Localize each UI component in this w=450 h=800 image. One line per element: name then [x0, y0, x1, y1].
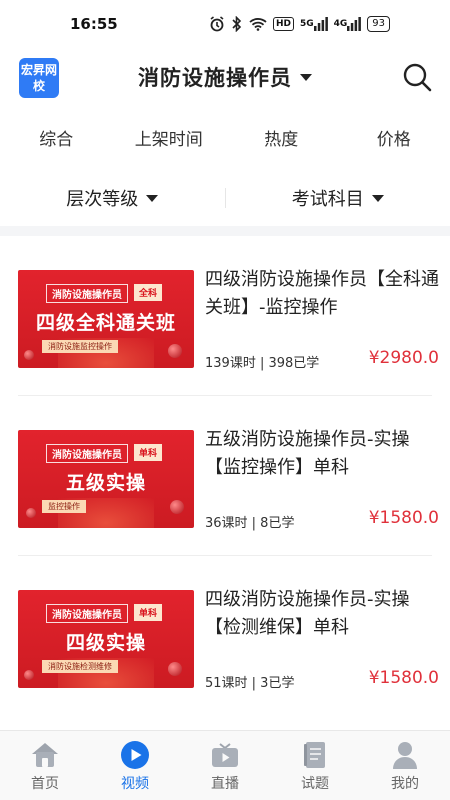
subject-filter[interactable]: 考试科目 — [226, 185, 450, 211]
level-filter[interactable]: 层次等级 — [0, 185, 225, 211]
level-filter-label: 层次等级 — [66, 189, 139, 210]
category-selector[interactable]: 消防设施操作员 — [138, 62, 312, 92]
page-title-wrapper: 消防设施操作员 — [0, 62, 450, 92]
thumbnail-subtitle: 监控操作 — [42, 500, 86, 513]
thumbnail-tag: 单科 — [134, 444, 163, 461]
thumbnail-tag: 单科 — [134, 604, 163, 621]
course-meta: 36课时 | 8已学 — [205, 516, 295, 531]
nav-label-home: 首页 — [31, 776, 59, 792]
page-title: 消防设施操作员 — [138, 66, 292, 90]
wifi-icon — [249, 17, 267, 31]
course-price: ¥2980.0 — [368, 348, 439, 368]
nav-label-live: 直播 — [211, 776, 239, 792]
status-bar: 16:55 HD 5G 4G 93 — [0, 0, 450, 48]
play-icon — [121, 741, 149, 769]
alarm-icon — [209, 16, 225, 32]
nav-label-video: 视频 — [121, 776, 149, 792]
thumbnail-series: 消防设施操作员 — [46, 284, 128, 303]
course-item[interactable]: 消防设施操作员 单科 五级实操 监控操作 五级消防设施操作员-实操【监控操作】单… — [0, 396, 450, 556]
user-icon — [393, 742, 417, 769]
thumbnail-heading: 五级实操 — [65, 472, 146, 494]
status-time: 16:55 — [70, 15, 118, 33]
course-thumbnail: 消防设施操作员 单科 五级实操 监控操作 — [18, 430, 194, 528]
course-title: 五级消防设施操作员-实操【监控操作】单科 — [205, 429, 410, 478]
thumbnail-series: 消防设施操作员 — [46, 444, 128, 463]
nav-label-profile: 我的 — [391, 776, 419, 792]
subject-filter-label: 考试科目 — [291, 189, 364, 210]
course-title: 四级消防设施操作员【全科通关班】-监控操作 — [205, 269, 439, 318]
nav-item-live[interactable]: 直播 — [180, 731, 270, 800]
course-item[interactable]: 消防设施操作员 单科 四级实操 消防设施检测维修 四级消防设施操作员-实操【检测… — [0, 556, 450, 716]
app-header: 宏昇网校 消防设施操作员 — [0, 50, 450, 106]
sort-tab-popularity[interactable]: 热度 — [225, 120, 338, 160]
section-divider — [0, 226, 450, 236]
nav-item-profile[interactable]: 我的 — [360, 731, 450, 800]
sort-tab-newest[interactable]: 上架时间 — [113, 120, 226, 160]
nav-item-home[interactable]: 首页 — [0, 731, 90, 800]
course-item[interactable]: 消防设施操作员 全科 四级全科通关班 消防设施监控操作 四级消防设施操作员【全科… — [0, 236, 450, 396]
battery-indicator: 93 — [367, 16, 390, 32]
nav-label-questions: 试题 — [301, 776, 329, 792]
thumbnail-tag: 全科 — [134, 284, 163, 301]
decor-orb — [24, 670, 34, 680]
thumbnail-subtitle: 消防设施监控操作 — [42, 340, 118, 353]
home-icon — [32, 743, 58, 767]
search-icon — [403, 63, 432, 92]
decor-orb — [26, 508, 36, 518]
filter-bar: 层次等级 考试科目 — [0, 176, 450, 220]
status-icons: HD 5G 4G 93 — [209, 16, 390, 32]
tv-icon — [212, 743, 238, 767]
thumbnail-heading: 四级实操 — [65, 632, 146, 654]
course-title: 四级消防设施操作员-实操【检测维保】单科 — [205, 589, 410, 638]
course-price: ¥1580.0 — [368, 668, 439, 688]
sort-tab-price[interactable]: 价格 — [338, 120, 450, 160]
decor-orb — [168, 344, 182, 358]
thumbnail-series: 消防设施操作员 — [46, 604, 128, 623]
signal-4g-icon: 4G — [334, 17, 362, 31]
decor-orb — [168, 662, 182, 676]
sort-tab-overall[interactable]: 综合 — [0, 120, 113, 160]
thumbnail-subtitle: 消防设施检测维修 — [42, 660, 118, 673]
sort-tabs: 综合 上架时间 热度 价格 — [0, 120, 450, 160]
nav-item-video[interactable]: 视频 — [90, 731, 180, 800]
chevron-down-icon — [371, 194, 384, 202]
hd-badge: HD — [272, 17, 294, 31]
book-icon — [304, 742, 325, 768]
decor-orb — [24, 350, 34, 360]
thumbnail-heading: 四级全科通关班 — [35, 312, 176, 334]
course-meta: 139课时 | 398已学 — [205, 356, 320, 371]
search-button[interactable] — [400, 60, 434, 94]
bottom-nav: 首页 视频 直播 试题 我的 — [0, 730, 450, 800]
nav-item-questions[interactable]: 试题 — [270, 731, 360, 800]
chevron-down-icon — [146, 194, 159, 202]
course-meta: 51课时 | 3已学 — [205, 676, 295, 691]
bluetooth-icon — [231, 16, 243, 32]
course-thumbnail: 消防设施操作员 单科 四级实操 消防设施检测维修 — [18, 590, 194, 688]
chevron-down-icon — [300, 73, 312, 81]
course-thumbnail: 消防设施操作员 全科 四级全科通关班 消防设施监控操作 — [18, 270, 194, 368]
decor-orb — [170, 500, 184, 514]
signal-5g-icon: 5G — [300, 17, 328, 31]
course-price: ¥1580.0 — [368, 508, 439, 528]
